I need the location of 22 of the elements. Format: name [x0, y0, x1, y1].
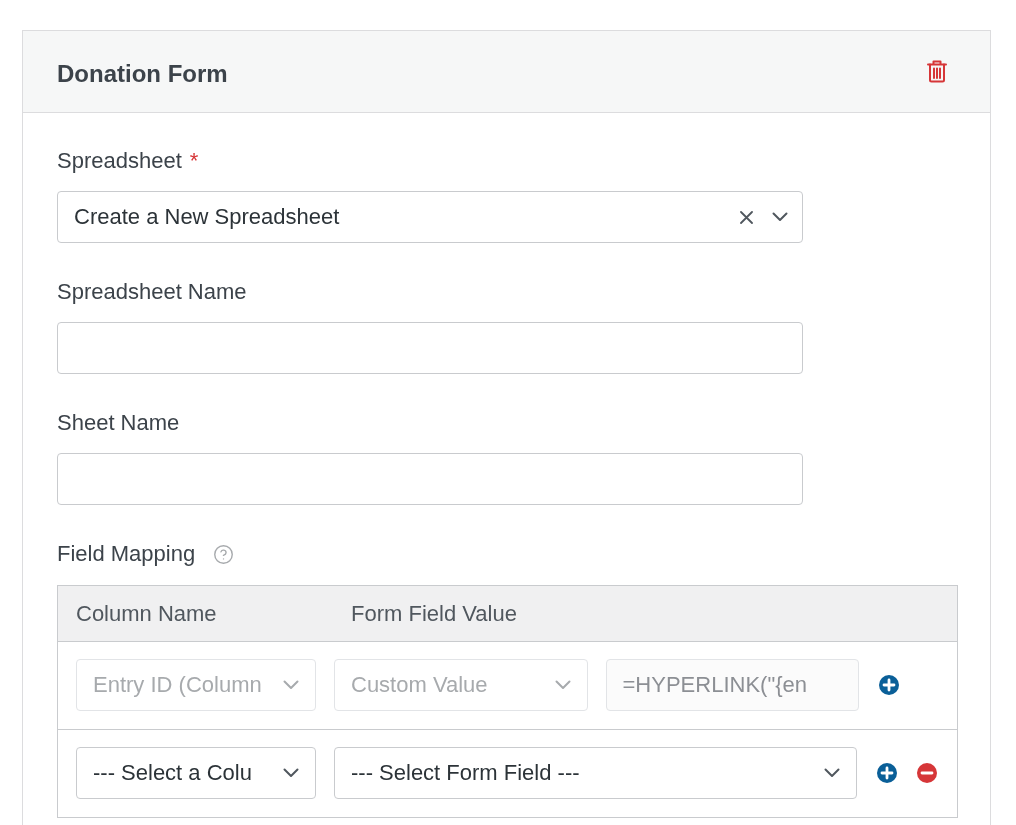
select-field[interactable]: Create a New Spreadsheet — [57, 191, 803, 243]
field-label: Sheet Name — [57, 409, 180, 437]
panel-title: Donation Form — [57, 59, 228, 88]
chevron-down-icon — [283, 680, 299, 690]
text-field[interactable] — [57, 322, 803, 374]
column-select[interactable]: --- Select a Colu — [76, 747, 316, 799]
chevron-down-icon — [772, 212, 788, 222]
add-row-icon[interactable] — [877, 763, 897, 783]
field-label: Spreadsheet — [57, 147, 182, 175]
chevron-down-icon — [554, 680, 571, 690]
trash-icon[interactable] — [927, 60, 947, 83]
field-label: Spreadsheet Name — [57, 278, 247, 306]
column-header: Form Field Value — [351, 600, 517, 627]
chevron-down-icon — [283, 768, 299, 778]
chevron-down-icon — [824, 768, 840, 778]
remove-row-icon[interactable] — [917, 763, 937, 783]
form-field-select[interactable]: --- Select Form Field --- — [334, 747, 857, 799]
field-label: Field Mapping — [57, 540, 196, 568]
required-mark: * — [189, 147, 199, 175]
text-field[interactable] — [57, 453, 803, 505]
clear-icon[interactable] — [740, 210, 753, 224]
column-header: Column Name — [76, 600, 217, 627]
